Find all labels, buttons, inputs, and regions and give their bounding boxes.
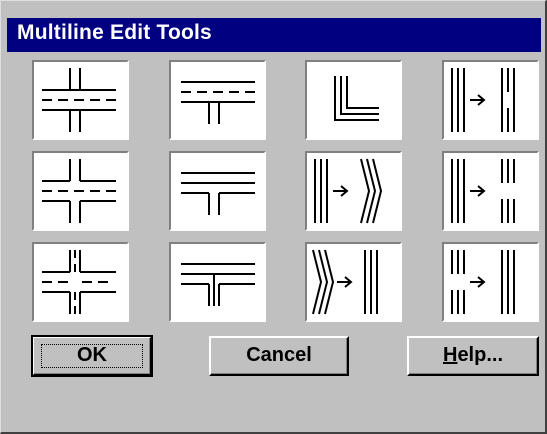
- weld-all-icon: [451, 250, 515, 314]
- help-button-label: Help...: [443, 344, 503, 366]
- tool-corner-joint[interactable]: [305, 60, 402, 140]
- closed-tee-icon: [181, 81, 255, 124]
- tool-delete-vertex[interactable]: [305, 242, 402, 322]
- tool-add-vertex[interactable]: [305, 151, 402, 231]
- closed-cross-icon: [42, 68, 116, 132]
- open-cross-icon: [42, 159, 116, 223]
- ok-button-label: OK: [77, 344, 107, 366]
- dialog-title: Multiline Edit Tools: [17, 21, 212, 44]
- corner-joint-icon: [334, 76, 379, 121]
- help-button[interactable]: Help...: [407, 336, 539, 376]
- tool-cut-all[interactable]: [442, 151, 539, 231]
- cancel-button[interactable]: Cancel: [209, 336, 349, 376]
- tool-merged-tee[interactable]: [169, 242, 266, 322]
- multiline-edit-tools-dialog: Multiline Edit Tools OK Cancel Help...: [0, 0, 547, 434]
- tool-closed-tee[interactable]: [169, 60, 266, 140]
- help-mnemonic: H: [442, 344, 458, 366]
- tool-merged-cross[interactable]: [32, 242, 129, 322]
- tool-weld-all[interactable]: [442, 242, 539, 322]
- delete-vertex-icon: [312, 249, 378, 315]
- tool-closed-cross[interactable]: [32, 60, 129, 140]
- add-vertex-icon: [314, 158, 383, 224]
- help-label-rest: elp...: [457, 344, 504, 366]
- cut-single-icon: [451, 68, 515, 132]
- cut-all-icon: [451, 159, 515, 223]
- tool-open-tee[interactable]: [169, 151, 266, 231]
- cancel-button-label: Cancel: [246, 344, 312, 366]
- title-bar: Multiline Edit Tools: [7, 18, 541, 52]
- ok-button[interactable]: OK: [31, 335, 153, 377]
- open-tee-icon: [181, 172, 255, 215]
- merged-cross-icon: [42, 250, 116, 314]
- tool-open-cross[interactable]: [32, 151, 129, 231]
- merged-tee-icon: [181, 263, 255, 306]
- tool-cut-single[interactable]: [442, 60, 539, 140]
